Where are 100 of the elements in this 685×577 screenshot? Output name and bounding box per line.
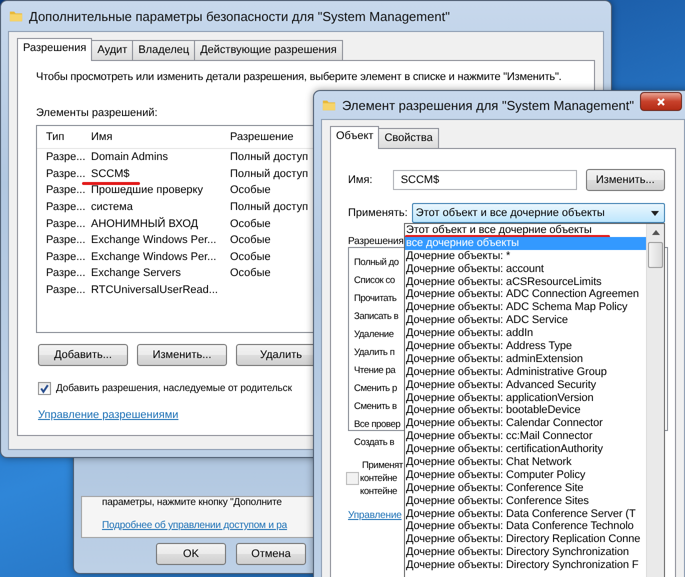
table-cell-text: Разре... — [45, 267, 86, 280]
table-cell: Exchange Windows Per... — [91, 250, 216, 263]
permission-name: Список со — [354, 274, 395, 288]
dropdown-option[interactable]: Дочерние объекты: Chat Network — [405, 456, 646, 469]
list-label: Элементы разрешений: — [36, 107, 158, 119]
tab[interactable]: Свойства — [378, 128, 439, 148]
dropdown-option[interactable]: Дочерние объекты: Conference Site — [405, 482, 646, 495]
dropdown-option[interactable]: Дочерние объекты: ADC Connection Agreemen — [405, 288, 646, 302]
permission-name: Сменить в — [354, 400, 397, 414]
manage-link[interactable]: Управление разрешениями — [38, 409, 178, 421]
dropdown-option[interactable]: Дочерние объекты: Calendar Connector — [405, 417, 646, 430]
tab[interactable]: Аудит — [91, 40, 134, 60]
dropdown-option[interactable]: Дочерние объекты: Directory Replication Conne — [405, 533, 646, 546]
permission-name: Полный до — [354, 256, 399, 270]
table-cell: SCCM$ — [91, 168, 130, 180]
table-cell: Особые — [230, 250, 271, 263]
permission-name: Прочитать — [354, 292, 396, 306]
dropdown-option[interactable]: Дочерние объекты: Directory Synchronization F — [405, 559, 646, 572]
tab[interactable]: Объект — [330, 126, 380, 149]
dropdown-option[interactable]: Дочерние объекты: Directory Synchronization — [405, 546, 646, 560]
column-header[interactable]: Тип — [37, 131, 91, 143]
permission-name: Все провер — [354, 418, 400, 432]
dropdown-option[interactable]: Дочерние объекты: Administrative Group — [405, 366, 646, 379]
column-header[interactable]: Имя — [91, 131, 230, 143]
name-field[interactable]: SCCM$ — [392, 170, 577, 190]
checkbox[interactable] — [346, 472, 359, 485]
tab[interactable]: Разрешения — [17, 38, 92, 61]
table-cell: Особые — [230, 234, 271, 246]
permission-name: Чтение ра — [354, 364, 396, 378]
change-button[interactable]: Изменить... — [586, 169, 666, 191]
table-cell: Полный доступ — [230, 168, 308, 180]
tab[interactable]: Владелец — [132, 40, 196, 60]
name-label: Имя: — [348, 174, 374, 186]
close-button[interactable] — [640, 92, 682, 111]
dropdown-option[interactable]: Дочерние объекты: certificationAuthority — [405, 443, 646, 456]
permission-name: Удалить п — [354, 346, 394, 360]
table-cell: система — [91, 201, 133, 214]
list-button[interactable]: Добавить... — [38, 344, 128, 366]
table-cell-text: Разре... — [45, 201, 86, 214]
checkbox-label: Применят — [361, 459, 403, 472]
checkbox-label: контейне — [360, 472, 397, 485]
table-cell-text: Разре... — [45, 218, 86, 230]
dialog-button[interactable]: Отмена — [236, 543, 306, 565]
permission-name: Записать в — [354, 310, 398, 324]
table-cell: Полный доступ — [230, 151, 308, 164]
table-cell: Особые — [230, 267, 271, 280]
dropdown-option[interactable]: Дочерние объекты: Data Conference Technolo — [405, 520, 646, 534]
dropdown-option[interactable]: Дочерние объекты: Computer Policy — [405, 468, 646, 482]
dropdown-option[interactable]: Дочерние объекты: adminExtension — [405, 352, 646, 366]
dropdown-option[interactable]: Дочерние объекты: cc:Mail Connector — [405, 430, 646, 444]
close-icon — [656, 96, 666, 106]
instruction-text: Чтобы просмотреть или изменить детали разрешения, выберите элемент в списке и нажмите "Изменить". — [36, 71, 562, 83]
dialog-button[interactable]: OK — [156, 543, 226, 565]
apply-label: Применять: — [348, 207, 409, 219]
scrollbar[interactable] — [646, 224, 664, 577]
table-cell: Особые — [230, 218, 271, 230]
caret-icon — [651, 211, 659, 216]
table-cell: Особые — [230, 184, 271, 196]
dropdown-option[interactable]: Дочерние объекты: ADC Schema Map Policy — [405, 301, 646, 314]
table-cell-text: Разре... — [45, 284, 86, 296]
table-cell-text: Разре... — [45, 168, 86, 180]
permission-name: Удаление — [354, 328, 394, 342]
tab[interactable]: Действующие разрешения — [194, 40, 343, 60]
dropdown-option[interactable]: Дочерние объекты: bootableDevice — [405, 404, 646, 418]
table-cell-text: Разре... — [45, 234, 86, 246]
manage-link[interactable]: Управление — [348, 510, 402, 521]
permissions-label: Разрешения: — [348, 236, 406, 247]
table-cell: Domain Admins — [91, 151, 168, 164]
dropdown-option[interactable]: Дочерние объекты: aCSResourceLimits — [405, 276, 646, 288]
dialog-title: Элемент разрешения для "System Management" — [342, 98, 634, 112]
checkbox[interactable] — [38, 382, 51, 395]
table-cell: Exchange Servers — [91, 267, 181, 280]
scroll-up-icon[interactable] — [652, 230, 660, 235]
dropdown-option[interactable]: Дочерние объекты: addIn — [405, 327, 646, 340]
apply-dropdown[interactable]: Этот объект и все дочерние объекты — [412, 203, 665, 223]
table-cell: Прошедшие проверку — [91, 184, 203, 196]
dropdown-option[interactable]: Дочерние объекты: Advanced Security — [405, 378, 646, 392]
table-cell: Exchange Windows Per... — [91, 234, 216, 246]
dropdown-option[interactable]: Дочерние объекты: account — [405, 262, 646, 276]
checkbox-label: контейне — [360, 485, 397, 498]
column-header[interactable]: Разрешение — [230, 131, 294, 143]
scroll-thumb[interactable] — [648, 242, 663, 268]
dropdown-option[interactable]: Дочерние объекты: Data Conference Server (T — [405, 508, 646, 520]
table-cell-text: Разре... — [45, 184, 86, 196]
table-cell: Полный доступ — [230, 201, 308, 214]
help-link[interactable]: Подробнее об управлении доступом и ра — [102, 520, 288, 531]
dropdown-option[interactable]: Дочерние объекты: * — [405, 250, 646, 263]
permission-name: Сменить р — [354, 382, 397, 396]
dropdown-option[interactable]: Дочерние объекты: Conference Sites — [405, 494, 646, 508]
table-cell: АНОНИМНЫЙ ВХОД — [91, 218, 198, 230]
dropdown-option[interactable]: Дочерние объекты: ADC Service — [405, 314, 646, 328]
help-text: параметры, нажмите кнопку "Дополните — [102, 497, 282, 508]
table-cell-text: Разре... — [45, 151, 86, 164]
checkbox-label: Добавить разрешения, наследуемые от родительск — [56, 383, 292, 394]
table-cell-text: Разре... — [45, 250, 86, 263]
permission-name: Создать в — [354, 436, 394, 450]
dropdown-option[interactable]: Дочерние объекты: Address Type — [405, 340, 646, 353]
window-title: Дополнительные параметры безопасности для "System Management" — [29, 8, 450, 24]
dropdown-option[interactable]: Дочерние объекты: applicationVersion — [405, 392, 646, 404]
list-button[interactable]: Изменить... — [137, 344, 227, 366]
